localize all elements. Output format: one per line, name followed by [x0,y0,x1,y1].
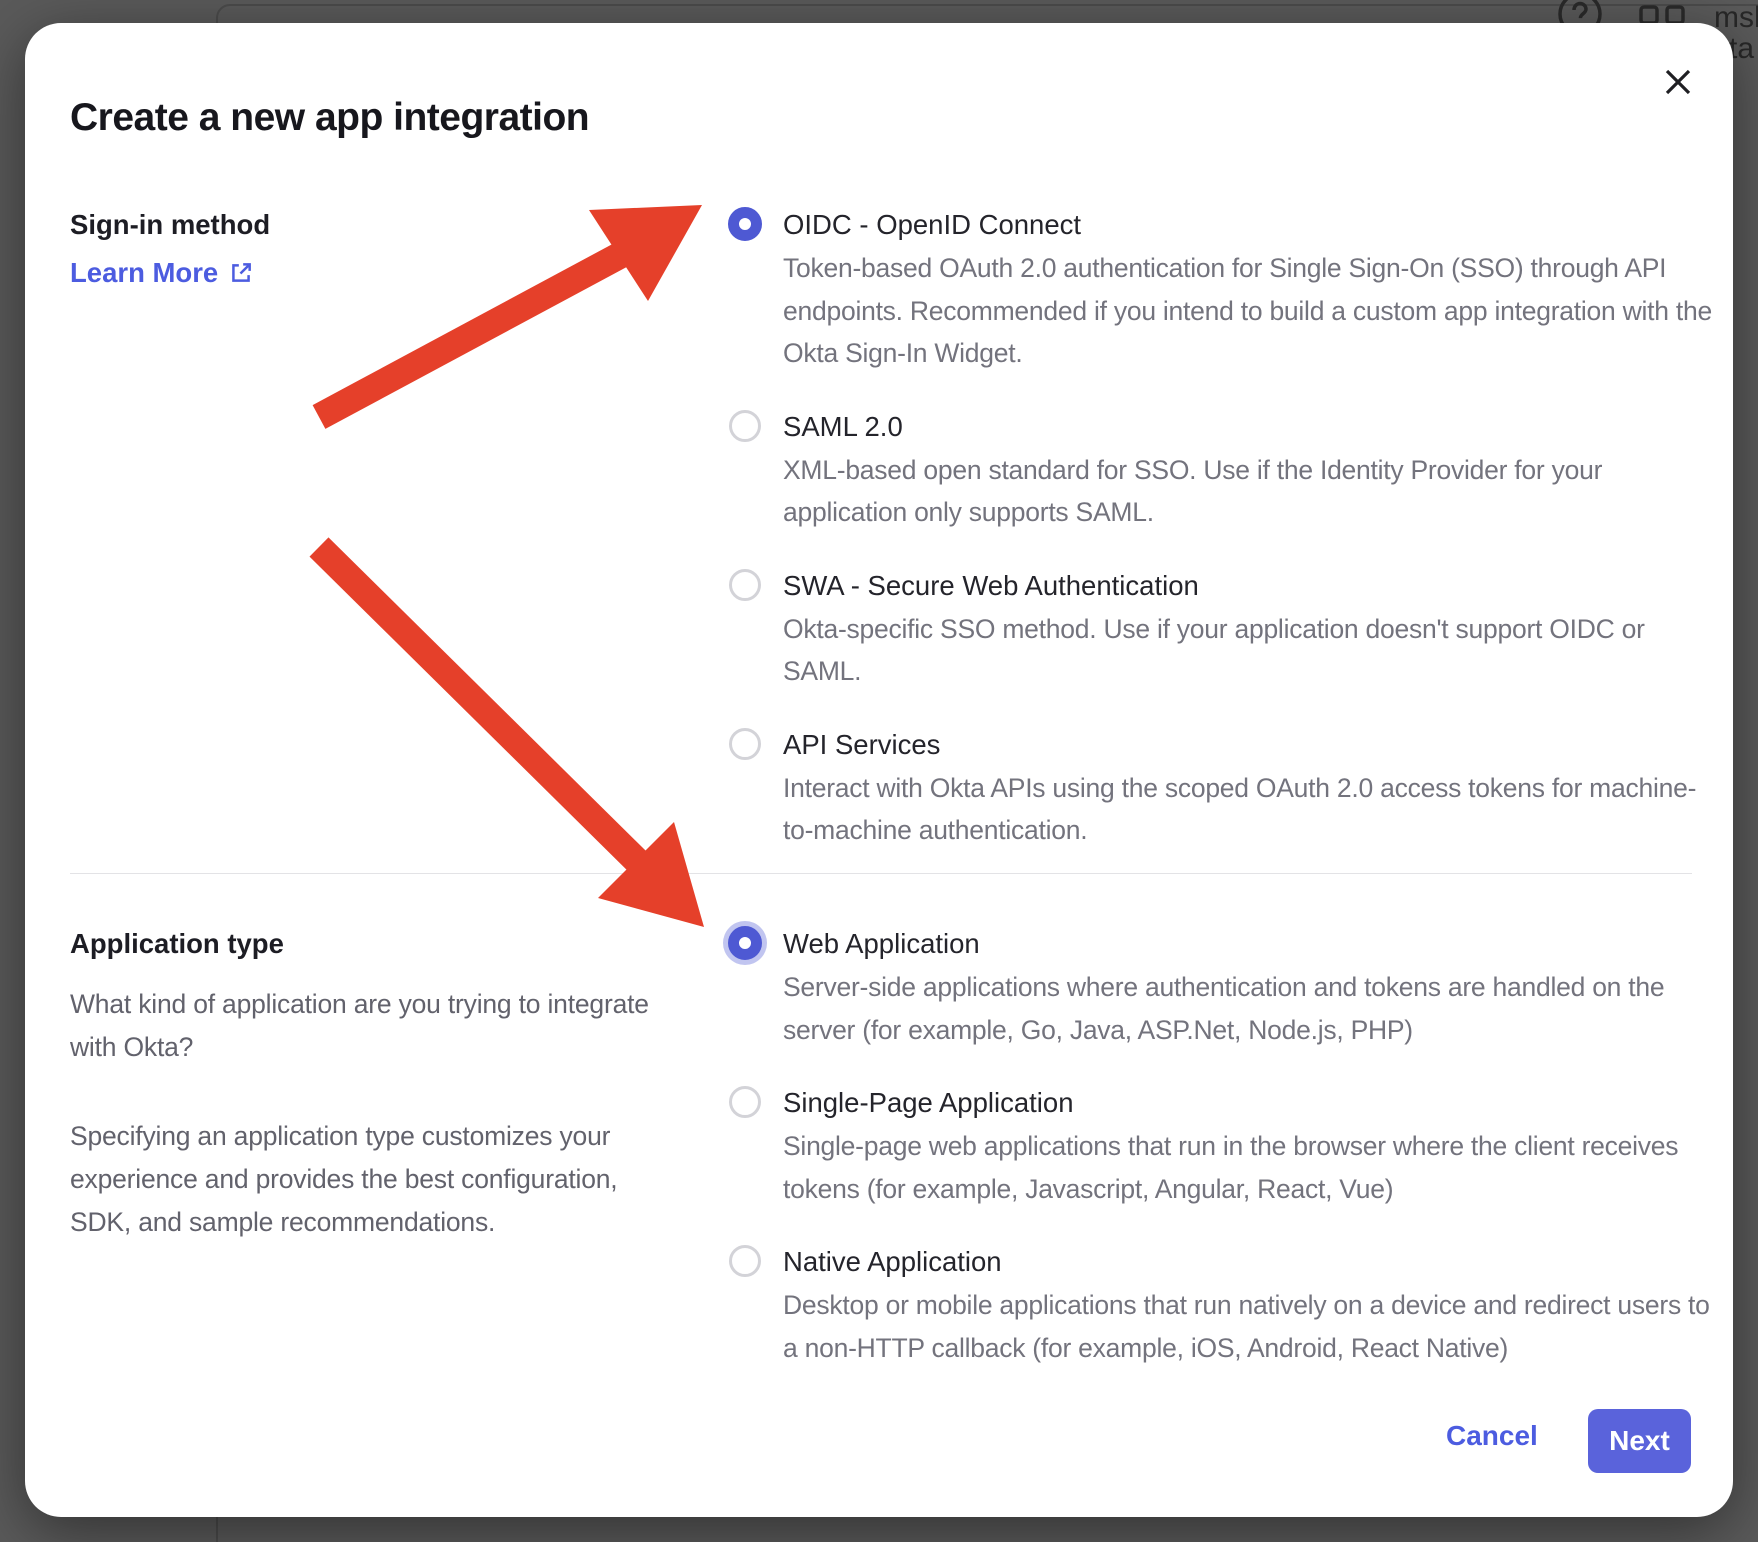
radio-selected-icon[interactable] [728,207,762,241]
close-icon [1659,63,1697,101]
create-app-integration-dialog: Create a new app integration Sign-in met… [25,23,1733,1517]
close-button[interactable] [1659,63,1697,101]
radio-option-swa[interactable]: SWA - Secure Web Authentication Okta-spe… [728,564,1703,693]
application-type-label: Application type [70,922,682,965]
radio-selected-icon[interactable] [728,926,762,960]
account-text-line1: msh [1714,2,1758,33]
option-description: Token-based OAuth 2.0 authentication for… [783,247,1713,375]
radio-option-web-application[interactable]: Web Application Server-side applications… [728,922,1703,1051]
screen: msh kta Create a new app integration Sig… [0,0,1758,1542]
radio-unselected-icon[interactable] [729,1245,761,1277]
external-link-icon [228,260,254,286]
cancel-button[interactable]: Cancel [1446,1420,1538,1452]
option-label: SWA - Secure Web Authentication [783,564,1713,607]
option-description: XML-based open standard for SSO. Use if … [783,449,1713,534]
option-description: Okta-specific SSO method. Use if your ap… [783,608,1713,693]
option-description: Single-page web applications that run in… [783,1125,1713,1210]
option-description: Desktop or mobile applications that run … [783,1284,1713,1369]
radio-unselected-icon[interactable] [729,728,761,760]
option-label: API Services [783,723,1713,766]
application-type-description-1: What kind of application are you trying … [70,983,682,1069]
option-label: Native Application [783,1240,1713,1283]
radio-unselected-icon[interactable] [729,569,761,601]
radio-unselected-icon[interactable] [729,1086,761,1118]
radio-option-native-application[interactable]: Native Application Desktop or mobile app… [728,1240,1703,1369]
radio-option-oidc[interactable]: OIDC - OpenID Connect Token-based OAuth … [728,203,1703,375]
radio-option-api-services[interactable]: API Services Interact with Okta APIs usi… [728,723,1703,852]
radio-option-single-page-application[interactable]: Single-Page Application Single-page web … [728,1081,1703,1210]
option-label: Single-Page Application [783,1081,1713,1124]
application-type-options: Web Application Server-side applications… [728,922,1703,1399]
section-divider [70,873,1692,874]
dialog-title: Create a new app integration [70,96,589,140]
option-label: Web Application [783,922,1713,965]
learn-more-link[interactable]: Learn More [70,257,270,289]
radio-option-saml[interactable]: SAML 2.0 XML-based open standard for SSO… [728,405,1703,534]
option-description: Server-side applications where authentic… [783,966,1713,1051]
radio-unselected-icon[interactable] [729,410,761,442]
option-description: Interact with Okta APIs using the scoped… [783,767,1713,852]
sign-in-method-options: OIDC - OpenID Connect Token-based OAuth … [728,203,1703,882]
application-type-description-2: Specifying an application type customize… [70,1115,682,1244]
sign-in-method-label: Sign-in method [70,203,270,246]
option-label: OIDC - OpenID Connect [783,203,1713,246]
learn-more-label: Learn More [70,257,218,289]
next-button[interactable]: Next [1588,1409,1691,1473]
option-label: SAML 2.0 [783,405,1713,448]
